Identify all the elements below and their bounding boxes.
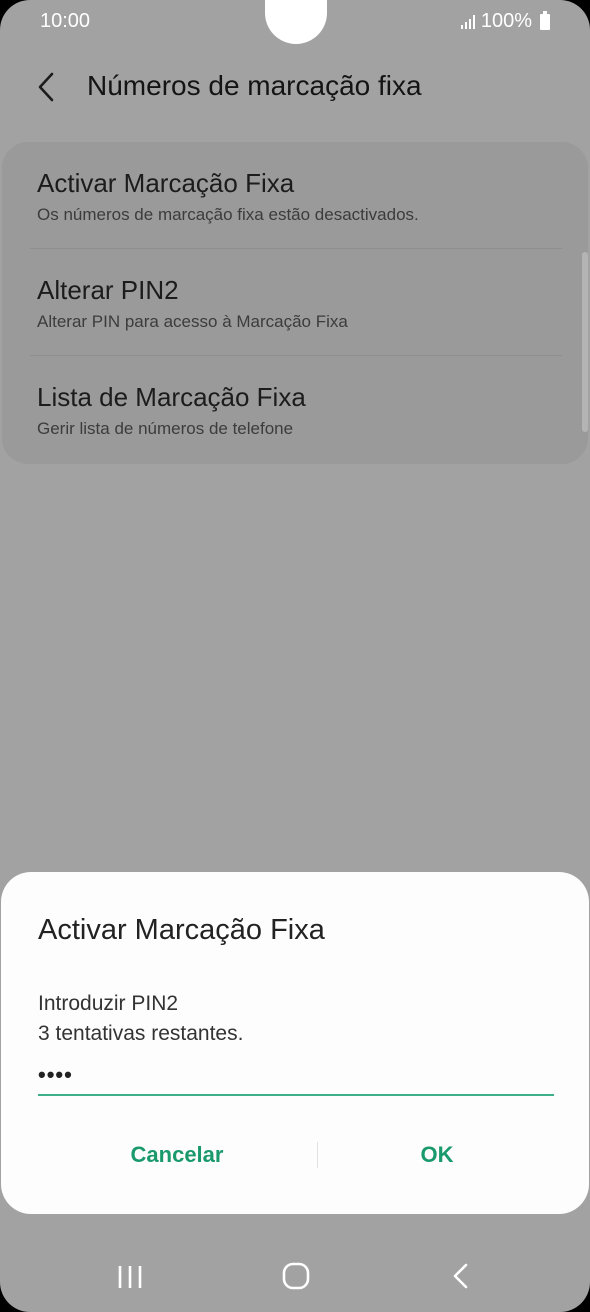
dialog-title: Activar Marcação Fixa	[38, 914, 325, 946]
divider	[30, 248, 562, 249]
cancel-button[interactable]: Cancelar	[77, 1134, 277, 1176]
setting-item-title: Lista de Marcação Fixa	[37, 382, 306, 412]
page-title: Números de marcação fixa	[87, 70, 422, 101]
setting-item-subtitle: Os números de marcação fixa estão desact…	[37, 205, 419, 224]
setting-item-title: Alterar PIN2	[37, 275, 179, 305]
setting-item-subtitle: Alterar PIN para acesso à Marcação Fixa	[37, 312, 348, 331]
signal-icon	[460, 14, 475, 29]
setting-item-change-pin2[interactable]: Alterar PIN2 Alterar PIN para acesso à M…	[37, 275, 562, 332]
recents-icon[interactable]	[110, 1260, 150, 1294]
battery-icon	[540, 10, 550, 30]
attempts-remaining: 3 tentativas restantes.	[38, 1022, 244, 1045]
battery-percent: 100%	[480, 10, 532, 32]
app-header: Números de marcação fixa	[0, 56, 590, 118]
pin2-dialog: Activar Marcação Fixa Introduzir PIN2 3 …	[1, 872, 589, 1214]
status-indicators: 100%	[460, 10, 550, 33]
setting-item-title: Activar Marcação Fixa	[37, 168, 295, 198]
setting-item-activate-fdn[interactable]: Activar Marcação Fixa Os números de marc…	[37, 168, 562, 225]
phone-screen: 10:00 100% Números de marcação fixa Acti…	[0, 0, 590, 1312]
pin2-label: Introduzir PIN2	[38, 992, 179, 1015]
chevron-left-icon[interactable]	[30, 70, 64, 104]
home-icon[interactable]	[276, 1260, 316, 1294]
camera-notch	[265, 0, 327, 44]
ok-button[interactable]: OK	[337, 1134, 537, 1176]
scrollbar[interactable]	[582, 252, 588, 432]
setting-item-fdn-list[interactable]: Lista de Marcação Fixa Gerir lista de nú…	[37, 382, 562, 439]
divider	[30, 355, 562, 356]
pin2-input[interactable]	[38, 1056, 554, 1096]
navigation-bar	[0, 1240, 590, 1312]
button-divider	[317, 1142, 318, 1168]
setting-item-subtitle: Gerir lista de números de telefone	[37, 419, 294, 438]
status-time: 10:00	[40, 10, 91, 32]
back-icon[interactable]	[442, 1260, 482, 1294]
status-bar: 10:00 100%	[0, 0, 590, 44]
settings-card: Activar Marcação Fixa Os números de marc…	[2, 142, 588, 464]
dialog-buttons: Cancelar OK	[1, 1134, 589, 1176]
